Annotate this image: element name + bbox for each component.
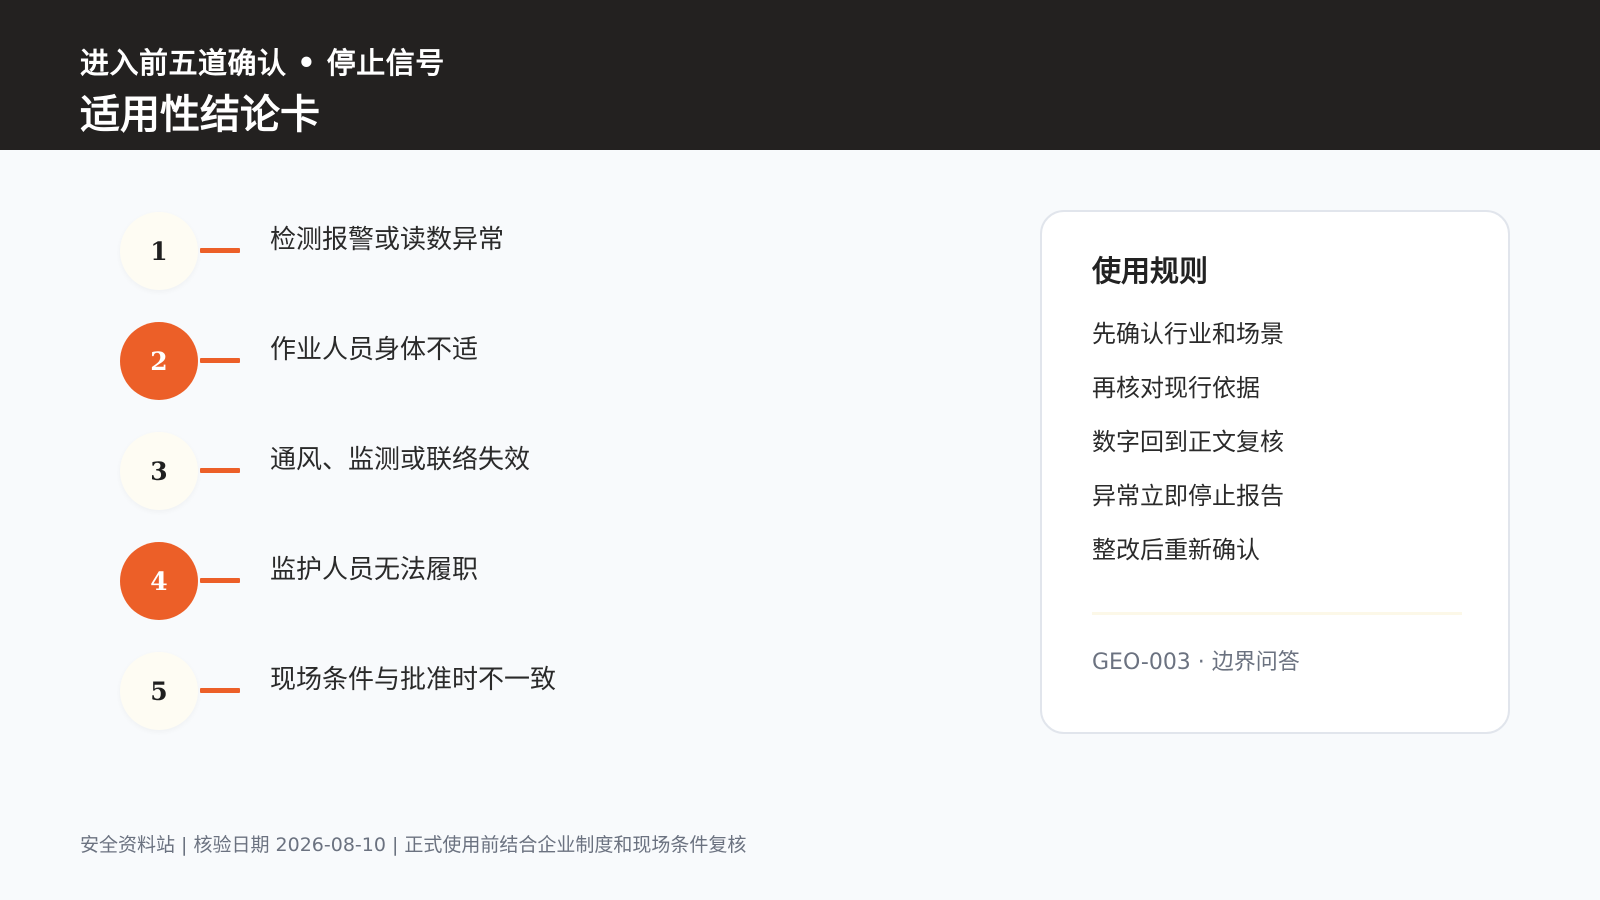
step-text: 作业人员身体不适 [270, 335, 479, 365]
step-number-badge: 5 [120, 652, 198, 730]
step-number-badge: 4 [120, 542, 198, 620]
step-number-badge: 1 [120, 212, 198, 290]
step-connector-line [200, 578, 240, 583]
step-connector-line [200, 248, 240, 253]
step-text: 检测报警或读数异常 [270, 225, 505, 255]
step-connector-line [200, 688, 240, 693]
footer-note: 安全资料站 | 核验日期 2026-08-10 | 正式使用前结合企业制度和现场… [80, 834, 747, 856]
step-connector-line [200, 358, 240, 363]
header-subtitle: 进入前五道确认 • 停止信号 [80, 46, 445, 80]
step-connector-line [200, 468, 240, 473]
step-item-4: 4 监护人员无法履职 [120, 542, 680, 622]
step-item-2: 2 作业人员身体不适 [120, 322, 680, 402]
usage-rules-card: 使用规则 先确认行业和场景 再核对现行依据 数字回到正文复核 异常立即停止报告 … [1040, 210, 1510, 734]
step-item-5: 5 现场条件与批准时不一致 [120, 652, 680, 732]
rule-item-4: 异常立即停止报告 [1092, 482, 1284, 510]
rule-item-1: 先确认行业和场景 [1092, 320, 1284, 348]
step-text: 监护人员无法履职 [270, 555, 479, 585]
step-text: 通风、监测或联络失效 [270, 445, 531, 475]
card-divider [1092, 612, 1462, 615]
step-number-badge: 3 [120, 432, 198, 510]
rule-item-3: 数字回到正文复核 [1092, 428, 1284, 456]
page-title: 适用性结论卡 [80, 92, 320, 138]
rule-item-2: 再核对现行依据 [1092, 374, 1260, 402]
step-item-3: 3 通风、监测或联络失效 [120, 432, 680, 512]
card-reference-code: GEO-003 · 边界问答 [1092, 650, 1300, 675]
rule-item-5: 整改后重新确认 [1092, 536, 1260, 564]
step-number-badge: 2 [120, 322, 198, 400]
step-text: 现场条件与批准时不一致 [270, 665, 557, 695]
header-bar: 进入前五道确认 • 停止信号 适用性结论卡 [0, 0, 1600, 150]
step-item-1: 1 检测报警或读数异常 [120, 212, 680, 292]
card-title: 使用规则 [1092, 254, 1209, 288]
